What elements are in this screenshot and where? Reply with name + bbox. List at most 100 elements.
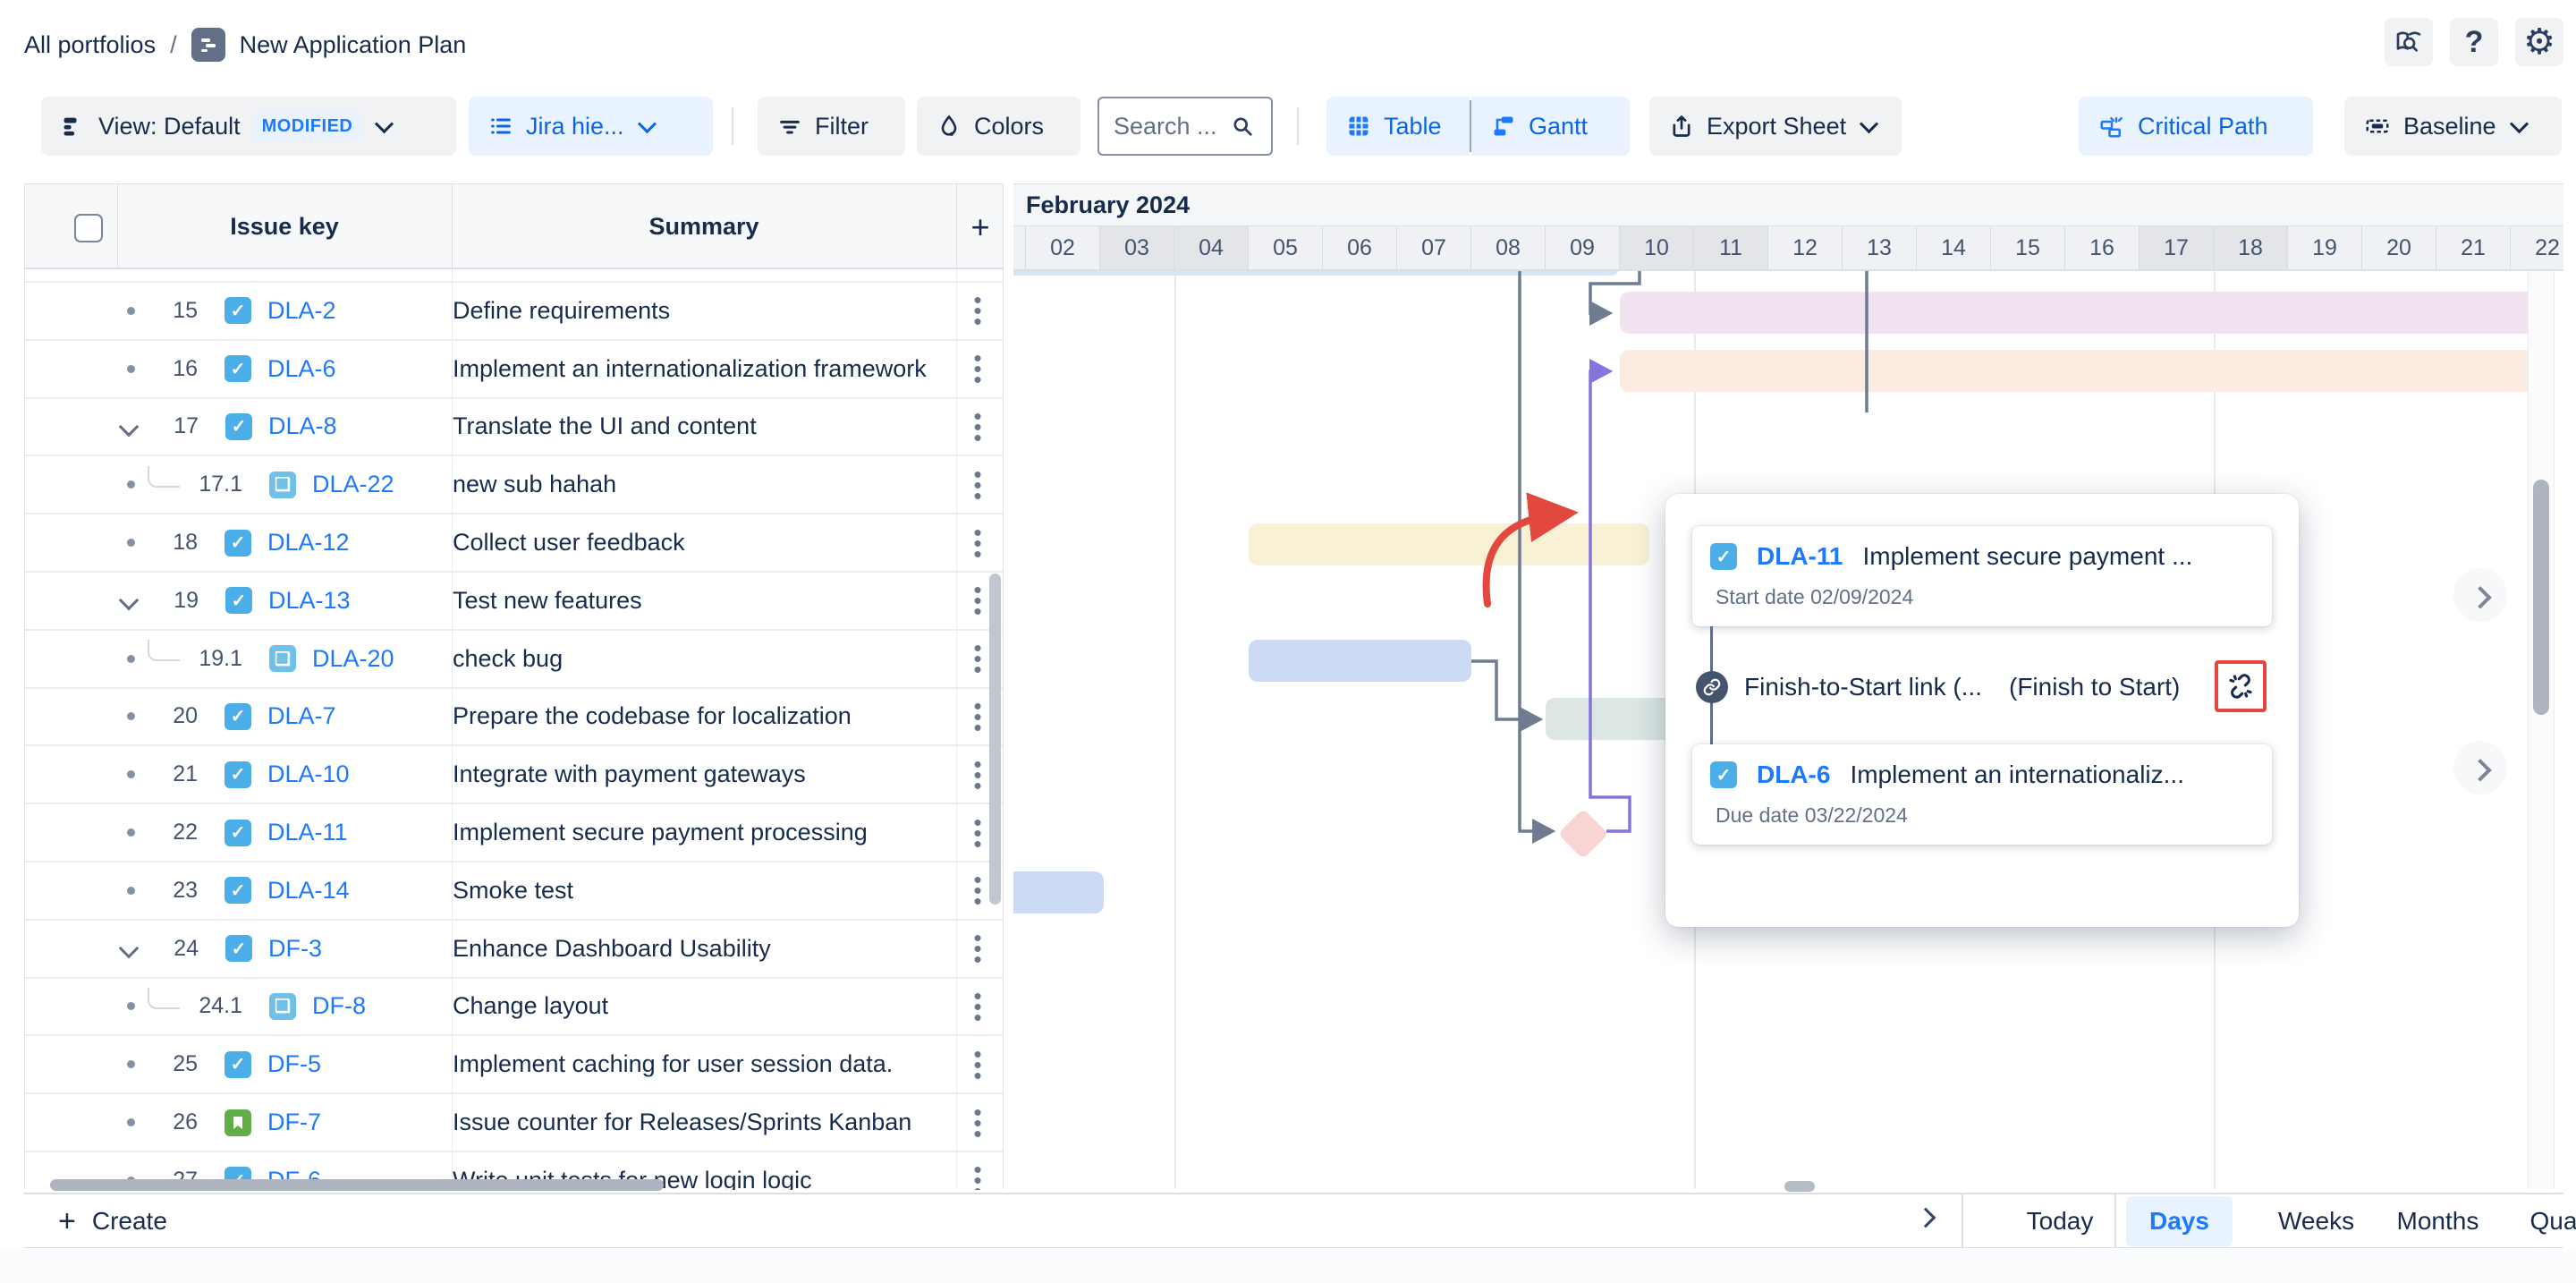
issue-summary: Implement an internationalization framew… bbox=[453, 355, 953, 383]
table-row[interactable]: 24✓DF-3Enhance Dashboard Usability••• bbox=[25, 921, 1003, 979]
collapse-chevron-icon[interactable] bbox=[119, 591, 140, 611]
table-row[interactable]: 15✓DLA-2Define requirements••• bbox=[25, 283, 1003, 341]
gantt-vertical-scrollbar-track[interactable] bbox=[2528, 271, 2555, 1189]
gantt-chart-area[interactable]: ✓ DLA-11 Implement secure payment ... St… bbox=[1013, 271, 2528, 1189]
row-menu-button[interactable]: ••• bbox=[965, 642, 990, 675]
today-button[interactable]: Today bbox=[2015, 1194, 2105, 1248]
task-type-icon: ✓ bbox=[1710, 761, 1737, 788]
timescale-quarters[interactable]: Quarters bbox=[2509, 1194, 2576, 1248]
gantt-bar-DLA-7[interactable] bbox=[1546, 698, 1683, 740]
gantt-bar-row-above-viewport[interactable] bbox=[1013, 271, 1620, 276]
gantt-bar-DLA-20[interactable] bbox=[1249, 640, 1471, 682]
gantt-bar-DLA-6[interactable] bbox=[1620, 350, 2528, 392]
table-row[interactable]: 22✓DLA-11Implement secure payment proces… bbox=[25, 804, 1003, 862]
collapse-chevron-icon[interactable] bbox=[119, 939, 140, 959]
row-menu-button[interactable]: ••• bbox=[965, 353, 990, 385]
breadcrumb-all-portfolios[interactable]: All portfolios bbox=[24, 31, 156, 59]
row-menu-button[interactable]: ••• bbox=[965, 874, 990, 906]
issue-key-link[interactable]: DLA-7 bbox=[267, 702, 336, 730]
issue-key-link[interactable]: DLA-6 bbox=[267, 355, 336, 383]
issue-key-link[interactable]: DLA-14 bbox=[267, 877, 350, 905]
row-menu-button[interactable]: ••• bbox=[965, 294, 990, 327]
issue-key-link[interactable]: DF-3 bbox=[268, 935, 322, 963]
table-row[interactable]: 25✓DF-5Implement caching for user sessio… bbox=[25, 1036, 1003, 1094]
collapse-chevron-icon[interactable] bbox=[119, 417, 140, 438]
issue-key-link[interactable]: DLA-12 bbox=[267, 529, 350, 557]
row-menu-button[interactable]: ••• bbox=[965, 759, 990, 791]
create-button[interactable]: + Create bbox=[58, 1194, 167, 1248]
table-row[interactable]: 19✓DLA-13Test new features••• bbox=[25, 573, 1003, 631]
issue-key-link[interactable]: DLA-2 bbox=[267, 297, 336, 325]
issue-key-link[interactable]: DLA-20 bbox=[312, 645, 394, 673]
colors-button[interactable]: Colors bbox=[917, 97, 1080, 156]
issue-key-link[interactable]: DLA-8 bbox=[268, 412, 337, 440]
table-view-toggle[interactable]: Table bbox=[1326, 97, 1470, 156]
critical-path-button[interactable]: Critical Path bbox=[2079, 97, 2313, 156]
hierarchy-selector-button[interactable]: Jira hie... bbox=[469, 97, 713, 156]
select-all-checkbox[interactable] bbox=[74, 214, 103, 242]
row-menu-button[interactable]: ••• bbox=[965, 701, 990, 733]
scroll-to-bar-button[interactable] bbox=[2453, 568, 2507, 622]
unlink-icon[interactable] bbox=[2225, 671, 2256, 701]
table-vertical-scrollbar[interactable] bbox=[989, 574, 1001, 905]
table-row[interactable]: 19.1❏DLA-20check bug••• bbox=[25, 631, 1003, 689]
table-row[interactable]: 17✓DLA-8Translate the UI and content••• bbox=[25, 399, 1003, 457]
row-menu-button[interactable]: ••• bbox=[965, 527, 990, 559]
gantt-vertical-scrollbar-thumb[interactable] bbox=[2533, 480, 2549, 715]
row-menu-button[interactable]: ••• bbox=[965, 1049, 990, 1081]
issue-key-link[interactable]: DF-7 bbox=[267, 1109, 321, 1136]
table-row[interactable]: 26DF-7Issue counter for Releases/Sprints… bbox=[25, 1094, 1003, 1152]
documentation-search-button[interactable] bbox=[2385, 18, 2433, 66]
row-menu-button[interactable]: ••• bbox=[965, 1164, 990, 1190]
table-horizontal-scrollbar[interactable] bbox=[50, 1179, 664, 1191]
link-target-card[interactable]: ✓ DLA-6 Implement an internationaliz... … bbox=[1692, 744, 2272, 845]
timescale-days-active[interactable]: Days bbox=[2126, 1196, 2233, 1246]
column-divider bbox=[956, 269, 957, 1190]
table-row[interactable]: 17.1❏DLA-22new sub hahah••• bbox=[25, 456, 1003, 514]
gantt-bar-DLA-14[interactable] bbox=[1013, 871, 1104, 913]
issue-key-link[interactable]: DF-5 bbox=[267, 1050, 321, 1078]
issue-key-link[interactable]: DLA-10 bbox=[267, 760, 350, 788]
table-row[interactable]: 23✓DLA-14Smoke test••• bbox=[25, 862, 1003, 921]
column-header-summary[interactable]: Summary bbox=[452, 184, 956, 269]
timescale-months[interactable]: Months bbox=[2376, 1194, 2501, 1248]
gantt-view-toggle[interactable]: Gantt bbox=[1471, 97, 1630, 156]
row-menu-button[interactable]: ••• bbox=[965, 584, 990, 616]
source-issue-key[interactable]: DLA-11 bbox=[1757, 542, 1843, 571]
add-column-button[interactable]: + bbox=[956, 184, 1004, 269]
table-row[interactable]: 16✓DLA-6Implement an internationalizatio… bbox=[25, 341, 1003, 399]
table-row[interactable]: 18✓DLA-12Collect user feedback••• bbox=[25, 514, 1003, 573]
issue-key-link[interactable]: DLA-13 bbox=[268, 587, 351, 615]
row-menu-button[interactable]: ••• bbox=[965, 817, 990, 849]
expand-panel-chevron[interactable] bbox=[1916, 1208, 1936, 1228]
row-menu-button[interactable]: ••• bbox=[965, 1107, 990, 1139]
target-issue-key[interactable]: DLA-6 bbox=[1757, 760, 1830, 789]
export-sheet-button[interactable]: Export Sheet bbox=[1649, 97, 1902, 156]
link-source-card[interactable]: ✓ DLA-11 Implement secure payment ... St… bbox=[1692, 526, 2272, 626]
milestone-DLA-11[interactable] bbox=[1557, 809, 1608, 860]
row-menu-button[interactable]: ••• bbox=[965, 411, 990, 443]
gantt-bar-DLA-2[interactable] bbox=[1620, 292, 2528, 334]
help-button[interactable]: ? bbox=[2450, 18, 2498, 66]
table-row[interactable]: 21✓DLA-10Integrate with payment gateways… bbox=[25, 746, 1003, 804]
settings-button[interactable]: ⚙ bbox=[2515, 18, 2563, 66]
row-dot-icon bbox=[127, 539, 135, 547]
issue-key-link[interactable]: DF-8 bbox=[312, 992, 366, 1020]
issue-key-link[interactable]: DLA-11 bbox=[267, 819, 348, 846]
baseline-button[interactable]: Baseline bbox=[2344, 97, 2562, 156]
issue-key-link[interactable]: DLA-22 bbox=[312, 471, 394, 498]
timescale-weeks[interactable]: Weeks bbox=[2257, 1194, 2376, 1248]
row-menu-button[interactable]: ••• bbox=[965, 990, 990, 1023]
filter-button[interactable]: Filter bbox=[758, 97, 905, 156]
gantt-horizontal-scrollbar[interactable] bbox=[1784, 1181, 1815, 1192]
row-menu-button[interactable]: ••• bbox=[965, 469, 990, 501]
column-header-issue-key[interactable]: Issue key bbox=[117, 184, 452, 269]
row-menu-button[interactable]: ••• bbox=[965, 932, 990, 964]
view-selector-button[interactable]: View: Default MODIFIED bbox=[41, 97, 456, 156]
table-row[interactable]: 20✓DLA-7Prepare the codebase for localiz… bbox=[25, 689, 1003, 747]
scroll-to-bar-button[interactable] bbox=[2453, 741, 2507, 794]
gantt-bar-DLA-12[interactable] bbox=[1249, 523, 1649, 565]
bottom-bar: + Create Today DaysWeeksMonthsQuarters bbox=[24, 1193, 2563, 1248]
search-input[interactable]: Search ... bbox=[1097, 97, 1273, 156]
table-row[interactable]: 24.1❏DF-8Change layout••• bbox=[25, 979, 1003, 1037]
